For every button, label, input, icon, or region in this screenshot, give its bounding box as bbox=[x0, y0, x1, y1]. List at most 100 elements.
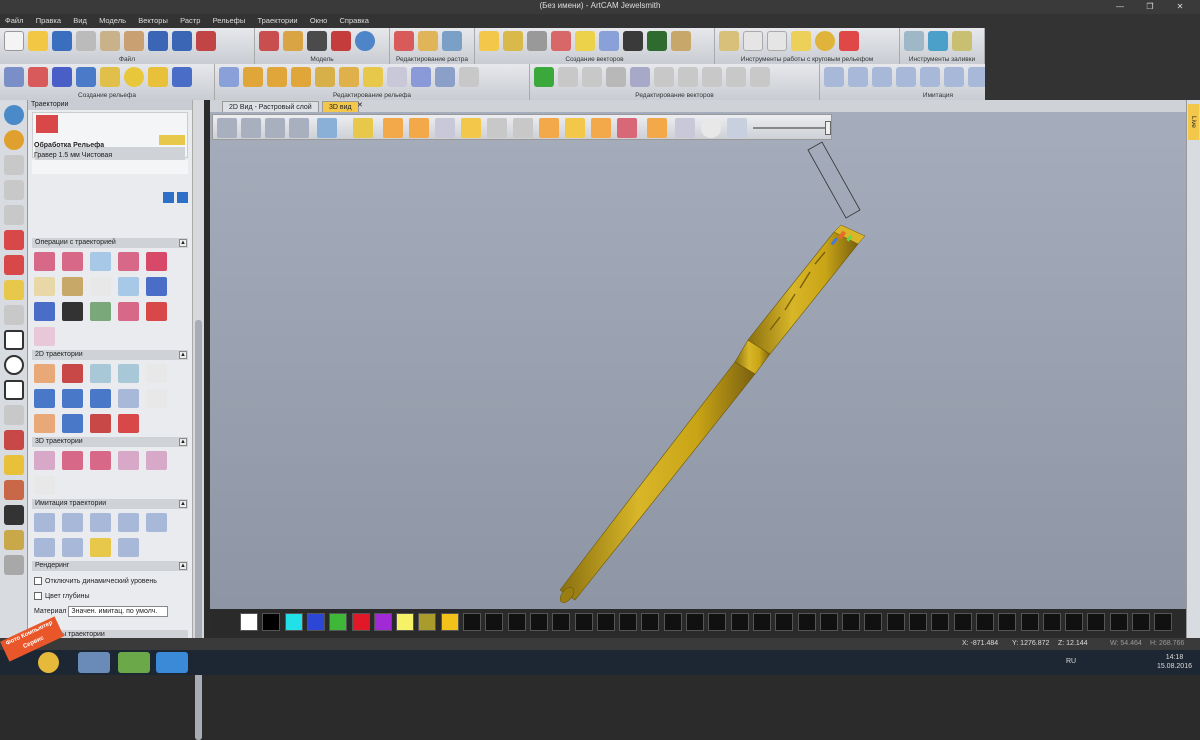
tool-change-icon[interactable] bbox=[90, 302, 111, 321]
color-swatch[interactable] bbox=[306, 613, 325, 631]
machine-relief-icon[interactable] bbox=[90, 252, 111, 271]
relief-scale-icon[interactable] bbox=[243, 67, 263, 87]
section-3d-toolpaths[interactable]: 3D траектории ▲ bbox=[32, 437, 188, 447]
undo-icon[interactable] bbox=[148, 31, 168, 51]
relief-sweep-icon[interactable] bbox=[76, 67, 96, 87]
panel-scrollbar[interactable] bbox=[192, 100, 204, 740]
relief-fade-icon[interactable] bbox=[339, 67, 359, 87]
3d-viewport[interactable] bbox=[210, 112, 1186, 609]
vector-weld-icon[interactable] bbox=[606, 67, 626, 87]
section-operations[interactable]: Операции с траекторией ▲ bbox=[32, 238, 188, 248]
spiral-3d-icon[interactable] bbox=[118, 451, 139, 470]
color-swatch[interactable] bbox=[1132, 613, 1150, 631]
rest-3d-icon[interactable] bbox=[34, 476, 55, 495]
relief-clear-icon[interactable] bbox=[459, 67, 479, 87]
merge-icon[interactable] bbox=[118, 302, 139, 321]
curve-vector-icon[interactable] bbox=[551, 31, 571, 51]
sim-step-icon[interactable] bbox=[872, 67, 892, 87]
relief-star-icon[interactable] bbox=[52, 67, 72, 87]
paste-icon[interactable] bbox=[124, 31, 144, 51]
minimize-button[interactable]: — bbox=[1108, 1, 1132, 13]
v-bit-icon[interactable] bbox=[62, 389, 83, 408]
color-swatch[interactable] bbox=[641, 613, 660, 631]
drop-icon[interactable] bbox=[4, 455, 24, 475]
circle-icon[interactable] bbox=[4, 355, 24, 375]
color-swatch[interactable] bbox=[1109, 613, 1128, 631]
menu-vectors[interactable]: Векторы bbox=[133, 14, 173, 27]
show-axes-icon[interactable] bbox=[409, 118, 429, 138]
simulate-reset-icon[interactable] bbox=[34, 538, 55, 557]
menu-toolpaths[interactable]: Траектории bbox=[252, 14, 302, 27]
tab-2d-view[interactable]: 2D Вид - Растровый слой bbox=[222, 101, 319, 112]
text-engrave-icon[interactable] bbox=[146, 364, 167, 383]
engrave-icon[interactable] bbox=[34, 364, 55, 383]
collapse-icon[interactable]: ▲ bbox=[179, 562, 187, 570]
sim-reset-icon[interactable] bbox=[944, 67, 964, 87]
color-swatch[interactable] bbox=[752, 613, 771, 631]
color-swatch[interactable] bbox=[775, 613, 794, 631]
collapse-icon[interactable]: ▲ bbox=[179, 351, 187, 359]
color-swatch[interactable] bbox=[240, 613, 258, 631]
show-relief-icon[interactable] bbox=[383, 118, 403, 138]
material-icon[interactable] bbox=[565, 118, 585, 138]
color-swatch[interactable] bbox=[686, 613, 704, 631]
color-swatch[interactable] bbox=[396, 613, 415, 631]
arc-icon[interactable] bbox=[4, 405, 24, 425]
top-view-icon[interactable] bbox=[289, 118, 309, 138]
polygon-icon[interactable] bbox=[4, 380, 24, 400]
pocket-icon[interactable] bbox=[90, 389, 111, 408]
color-swatch[interactable] bbox=[1020, 613, 1039, 631]
show-toolpath-icon[interactable] bbox=[461, 118, 481, 138]
simulate-color-icon[interactable] bbox=[90, 538, 111, 557]
transform-path-icon[interactable] bbox=[62, 302, 83, 321]
shade-relief-icon[interactable] bbox=[539, 118, 559, 138]
material-setup-icon[interactable] bbox=[118, 277, 139, 296]
zoom-slider-track[interactable] bbox=[753, 127, 827, 129]
vector-smooth-icon[interactable] bbox=[678, 67, 698, 87]
grid-vector-icon[interactable] bbox=[647, 31, 667, 51]
sim-fast-icon[interactable] bbox=[896, 67, 916, 87]
stack-icon[interactable] bbox=[146, 277, 167, 296]
material-select[interactable]: Значен. имитац. по умолч. bbox=[68, 605, 169, 617]
chain-fill-icon[interactable] bbox=[952, 31, 972, 51]
menu-model[interactable]: Модель bbox=[94, 14, 131, 27]
simulate-all-icon[interactable] bbox=[34, 513, 55, 532]
paint-icon[interactable] bbox=[4, 480, 24, 500]
simulate-stop-icon[interactable] bbox=[146, 513, 167, 532]
close-button[interactable]: ✕ bbox=[1168, 1, 1192, 13]
gold-ring-icon[interactable] bbox=[815, 31, 835, 51]
color-swatch[interactable] bbox=[440, 613, 459, 631]
clock-icon[interactable] bbox=[701, 118, 721, 138]
relief-sculpt-icon[interactable] bbox=[315, 67, 335, 87]
color-swatch[interactable] bbox=[485, 613, 504, 631]
color-swatch[interactable] bbox=[797, 613, 816, 631]
checkbox[interactable] bbox=[34, 577, 42, 586]
color-swatch[interactable] bbox=[507, 613, 526, 631]
layer-icon[interactable] bbox=[34, 302, 55, 321]
option-dynamic-level[interactable]: Отключить динамический уровень bbox=[34, 574, 186, 589]
ring-wrap-icon[interactable] bbox=[743, 31, 763, 51]
color-swatch[interactable] bbox=[1087, 613, 1106, 631]
color-swatch[interactable] bbox=[1154, 613, 1173, 631]
close-tab-icon[interactable]: ✕ bbox=[357, 101, 363, 109]
sheet-icon[interactable] bbox=[146, 389, 167, 408]
relief-profile-icon[interactable] bbox=[4, 67, 24, 87]
ring-band-icon[interactable] bbox=[791, 31, 811, 51]
bear-model-icon[interactable] bbox=[283, 31, 303, 51]
text-vector-icon[interactable] bbox=[623, 31, 643, 51]
simulate-save-icon[interactable] bbox=[118, 538, 139, 557]
color-swatch[interactable] bbox=[373, 613, 392, 631]
color-swatch[interactable] bbox=[329, 613, 348, 631]
split-icon[interactable] bbox=[146, 302, 167, 321]
relief-texture-icon[interactable] bbox=[387, 67, 407, 87]
tab-3d-view[interactable]: 3D вид bbox=[322, 101, 359, 112]
color-swatch[interactable] bbox=[596, 613, 615, 631]
copy-icon[interactable] bbox=[100, 31, 120, 51]
color-swatch[interactable] bbox=[909, 613, 927, 631]
relief-loft-icon[interactable] bbox=[172, 67, 192, 87]
measure-icon[interactable] bbox=[4, 505, 24, 525]
zoom-view-icon[interactable] bbox=[4, 105, 24, 125]
fill-pattern-icon[interactable] bbox=[904, 31, 924, 51]
relief-model-icon[interactable] bbox=[331, 31, 351, 51]
simulate-fast-icon[interactable] bbox=[118, 513, 139, 532]
